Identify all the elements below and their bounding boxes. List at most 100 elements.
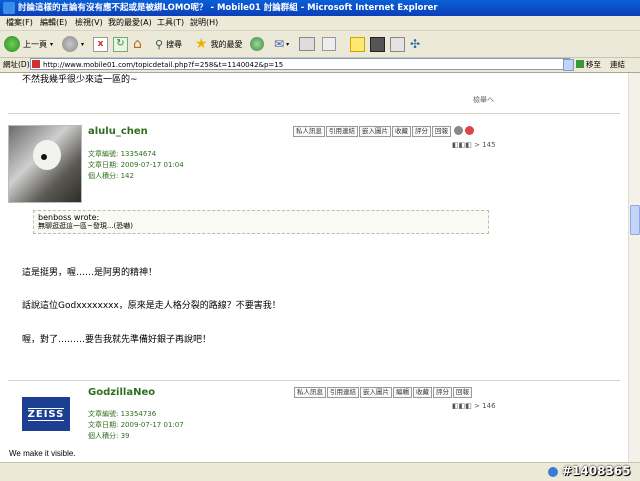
address-dropdown-button[interactable] xyxy=(563,59,574,71)
quote-text: 無聊逛逛這一區~發現...(恐嚇) xyxy=(38,222,134,230)
mail-icon: ✉ xyxy=(274,37,285,51)
post-username[interactable]: GodzillaNeo xyxy=(88,387,155,398)
article-date: 文章日期: 2009-07-17 01:04 xyxy=(88,161,184,169)
user-points: 個人積分: 142 xyxy=(88,172,134,180)
post-meta: 文章編號: 13354674 文章日期: 2009-07-17 01:04 個人… xyxy=(88,149,184,182)
research-icon xyxy=(390,36,405,52)
post-divider xyxy=(8,380,620,381)
report-link[interactable]: 檢舉ヘ xyxy=(473,95,494,105)
report-button[interactable]: 回報 xyxy=(453,387,472,398)
toolbar: 上一頁 ▾ ▾ x ↻ ⌂ ⚲ 搜尋 ★ 我的最愛 ✉ ▾ ✣ xyxy=(0,31,640,58)
settings-icon[interactable] xyxy=(453,126,463,135)
extra-button[interactable]: ✣ xyxy=(410,34,420,54)
post-nav[interactable]: ◧◧◧ > 145 xyxy=(452,141,496,149)
chevron-down-icon: ▾ xyxy=(81,40,85,48)
post-line: 這是挺男，喔……是阿男的精神！ xyxy=(22,268,158,278)
stop-icon: x xyxy=(93,36,108,52)
dog-photo-nose xyxy=(41,154,47,160)
go-arrow-icon xyxy=(576,60,584,68)
user-points: 個人積分: 39 xyxy=(88,432,130,440)
mail-button[interactable]: ✉ ▾ xyxy=(274,34,289,54)
ie-icon xyxy=(3,2,15,14)
article-number: 文章編號: 13354674 xyxy=(88,150,157,158)
scroll-thumb[interactable] xyxy=(630,205,640,235)
favorite-button[interactable]: 收藏 xyxy=(392,126,411,137)
post-meta: 文章編號: 13354736 文章日期: 2009-07-17 01:07 個人… xyxy=(88,409,184,442)
prev-post-text: 不然我幾乎很少來這一區的~ xyxy=(22,75,138,85)
favorites-button[interactable]: ★ 我的最愛 xyxy=(195,34,243,54)
history-icon xyxy=(250,37,264,51)
post-line: 喔，對了………要告我就先準備好銀子再說吧！ xyxy=(22,335,212,345)
page-content: 不然我幾乎很少來這一區的~ 檢舉ヘ alulu_chen 私人訊息 引用連結 嵌入圖… xyxy=(0,73,628,462)
pm-button[interactable]: 私人訊息 xyxy=(294,387,326,398)
quote-author: benboss wrote: xyxy=(38,213,100,222)
star-icon: ★ xyxy=(195,36,208,52)
post-username[interactable]: alulu_chen xyxy=(88,126,148,137)
post-divider xyxy=(8,113,620,114)
menu-favorites[interactable]: 我的最愛(A) xyxy=(108,17,152,28)
people-icon: ✣ xyxy=(410,37,421,51)
post-nav[interactable]: ◧◧◧ > 146 xyxy=(452,402,496,410)
edit-button[interactable] xyxy=(322,34,336,54)
back-button[interactable]: 上一頁 ▾ xyxy=(4,34,53,54)
address-bar: 網址(D) http://www.mobile01.com/topicdetai… xyxy=(0,58,640,73)
post-line: 話說這位Godxxxxxxxx，原來是走人格分裂的路線？不要害我！ xyxy=(22,301,281,311)
links-button[interactable]: 連結 xyxy=(610,59,625,70)
menu-bar: 檔案(F) 編輯(E) 檢視(V) 我的最愛(A) 工具(T) 說明(H) xyxy=(0,16,640,31)
chevron-down-icon: ▾ xyxy=(286,40,290,48)
window-title: 討論這樣的言論有沒有應不起或是被綁LOMO呢？ - Mobile01 討論群組 … xyxy=(18,3,438,13)
page-favicon-icon xyxy=(32,60,40,68)
post-action-buttons: 私人訊息 引用連結 嵌入圖片 收藏 評分 回報 xyxy=(292,126,475,137)
embed-image-button[interactable]: 嵌入圖片 xyxy=(359,126,391,137)
stop-button[interactable]: x xyxy=(93,34,108,54)
favorite-button[interactable]: 收藏 xyxy=(413,387,432,398)
discuss-button[interactable] xyxy=(350,34,365,54)
k-icon xyxy=(370,36,385,52)
quote-box: benboss wrote: 無聊逛逛這一區~發現...(恐嚇) xyxy=(33,210,489,234)
zeiss-logo-text: ZEISS xyxy=(27,407,65,421)
internet-zone-icon xyxy=(548,467,558,477)
edit-post-button[interactable]: 編輯 xyxy=(393,387,412,398)
avatar xyxy=(8,125,82,203)
chevron-down-icon: ▾ xyxy=(50,40,54,48)
forward-arrow-icon xyxy=(62,36,78,52)
address-input[interactable]: http://www.mobile01.com/topicdetail.php?… xyxy=(30,58,570,70)
menu-view[interactable]: 檢視(V) xyxy=(75,17,103,28)
status-bar: #1408365 xyxy=(0,462,640,481)
rate-button[interactable]: 評分 xyxy=(412,126,431,137)
vertical-scrollbar[interactable] xyxy=(628,73,640,462)
dog-photo-face xyxy=(33,140,61,170)
menu-help[interactable]: 說明(H) xyxy=(190,17,218,28)
watermark: #1408365 xyxy=(562,464,631,478)
back-arrow-icon xyxy=(4,36,20,52)
article-number: 文章編號: 13354736 xyxy=(88,410,157,418)
search-icon: ⚲ xyxy=(155,37,164,51)
menu-file[interactable]: 檔案(F) xyxy=(6,17,33,28)
address-label: 網址(D) xyxy=(3,60,30,69)
pm-button[interactable]: 私人訊息 xyxy=(293,126,325,137)
refresh-icon: ↻ xyxy=(113,36,128,52)
history-button[interactable] xyxy=(250,34,264,54)
menu-edit[interactable]: 編輯(E) xyxy=(40,17,67,28)
edit-icon xyxy=(322,37,336,51)
article-date: 文章日期: 2009-07-17 01:07 xyxy=(88,421,184,429)
menu-tools[interactable]: 工具(T) xyxy=(157,17,184,28)
forward-button[interactable]: ▾ xyxy=(62,34,84,54)
messenger-button[interactable] xyxy=(370,34,385,54)
search-button[interactable]: ⚲ 搜尋 xyxy=(155,34,182,54)
quote-link-button[interactable]: 引用連結 xyxy=(327,387,359,398)
report-button[interactable]: 回報 xyxy=(432,126,451,137)
research-button[interactable] xyxy=(390,34,405,54)
rate-button[interactable]: 評分 xyxy=(433,387,452,398)
refresh-button[interactable]: ↻ xyxy=(113,34,128,54)
print-button[interactable] xyxy=(299,34,315,54)
home-icon: ⌂ xyxy=(133,36,142,52)
quote-link-button[interactable]: 引用連結 xyxy=(326,126,358,137)
go-button[interactable]: 移至 xyxy=(586,59,601,70)
home-button[interactable]: ⌂ xyxy=(133,34,142,54)
zeiss-logo: ZEISS xyxy=(22,397,70,431)
print-icon xyxy=(299,37,315,51)
embed-image-button[interactable]: 嵌入圖片 xyxy=(360,387,392,398)
title-bar: 討論這樣的言論有沒有應不起或是被綁LOMO呢？ - Mobile01 討論群組 … xyxy=(0,0,640,16)
block-icon[interactable] xyxy=(465,126,475,135)
